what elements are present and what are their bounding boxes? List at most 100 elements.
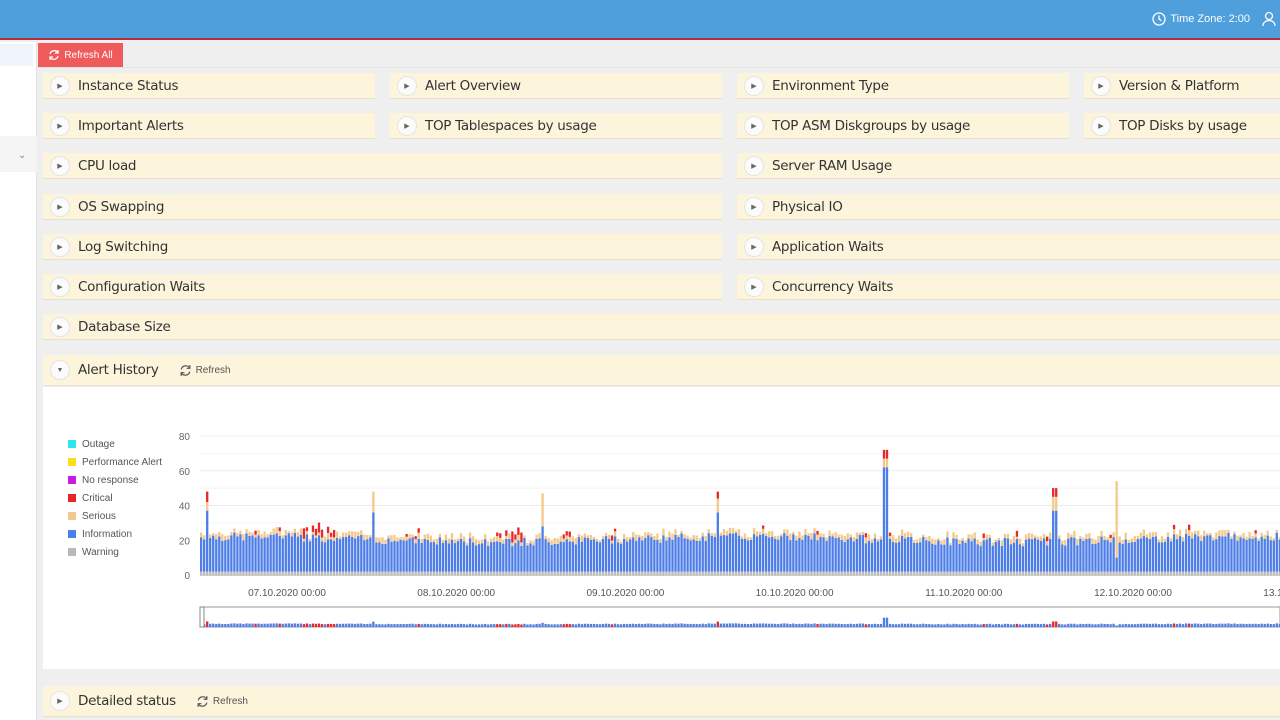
panel-os-swapping[interactable]: ▶ OS Swapping	[43, 194, 722, 220]
legend-label: Outage	[82, 438, 115, 450]
expand-toggle[interactable]: ▶	[50, 115, 70, 136]
legend-item[interactable]: Outage	[68, 435, 162, 453]
panel-cpu-load[interactable]: ▶ CPU load	[43, 153, 722, 179]
panel-server-ram-usage[interactable]: ▶ Server RAM Usage	[737, 153, 1280, 179]
timezone-selector[interactable]: Time Zone: 2:00	[1152, 12, 1250, 26]
expand-toggle[interactable]: ▶	[744, 196, 764, 217]
clock-icon	[1152, 12, 1166, 26]
legend-swatch	[68, 458, 76, 466]
sidebar-item-active[interactable]	[0, 44, 33, 66]
expand-toggle[interactable]: ▶	[50, 316, 70, 337]
panel-title: Server RAM Usage	[772, 157, 892, 174]
panel-environment-type[interactable]: ▶ Environment Type	[737, 73, 1069, 99]
triangle-right-icon: ▶	[57, 698, 63, 705]
refresh-label: Refresh	[212, 695, 248, 707]
legend-item[interactable]: No response	[68, 471, 162, 489]
top-bar: Time Zone: 2:00	[0, 0, 1280, 40]
panel-top-tablespaces-by-usage[interactable]: ▶ TOP Tablespaces by usage	[390, 113, 722, 139]
panel-title: Concurrency Waits	[772, 278, 894, 295]
triangle-right-icon: ▶	[57, 323, 63, 331]
panel-title: Alert Overview	[425, 77, 521, 94]
legend-label: Critical	[82, 492, 113, 504]
legend-item[interactable]: Information	[68, 525, 162, 543]
panel-title: Alert History	[78, 362, 159, 378]
panel-title: Instance Status	[78, 77, 179, 94]
expand-toggle[interactable]: ▶	[744, 276, 764, 297]
expand-toggle[interactable]: ▶	[744, 75, 764, 96]
refresh-icon	[197, 695, 208, 707]
refresh-icon	[49, 50, 59, 60]
triangle-right-icon: ▶	[751, 82, 757, 90]
legend-item[interactable]: Critical	[68, 489, 162, 507]
panel-instance-status[interactable]: ▶ Instance Status	[43, 73, 375, 99]
expand-toggle[interactable]: ▶	[1091, 115, 1111, 136]
panel-title: Log Switching	[78, 238, 169, 255]
sidebar: ⌄	[0, 42, 37, 720]
expand-toggle[interactable]: ▶	[50, 276, 70, 297]
panel-top-disks-by-usage[interactable]: ▶ TOP Disks by usage	[1084, 113, 1280, 139]
refresh-all-button[interactable]: Refresh All	[38, 43, 123, 67]
refresh-label: Refresh	[195, 364, 231, 376]
panel-alert-history[interactable]: ▼ Alert History Refresh	[43, 355, 1280, 386]
panel-title: Application Waits	[772, 238, 884, 255]
triangle-right-icon: ▶	[751, 122, 757, 130]
panel-important-alerts[interactable]: ▶ Important Alerts	[43, 113, 375, 139]
user-icon	[1262, 11, 1276, 27]
panel-title: Detailed status	[78, 693, 176, 709]
panel-title: TOP Tablespaces by usage	[425, 117, 597, 134]
panel-detailed-status[interactable]: ▶ Detailed status Refresh	[43, 686, 1280, 717]
expand-toggle[interactable]: ▶	[50, 155, 70, 176]
legend-label: Warning	[82, 546, 119, 558]
expand-toggle[interactable]: ▶	[1091, 75, 1111, 96]
expand-toggle[interactable]: ▶	[744, 115, 764, 136]
triangle-right-icon: ▶	[751, 283, 757, 291]
panel-alert-overview[interactable]: ▶ Alert Overview	[390, 73, 722, 99]
expand-toggle[interactable]: ▶	[744, 236, 764, 257]
legend-swatch	[68, 440, 76, 448]
legend-item[interactable]: Warning	[68, 543, 162, 561]
panel-top-asm-diskgroups-by-usage[interactable]: ▶ TOP ASM Diskgroups by usage	[737, 113, 1069, 139]
refresh-all-label: Refresh All	[64, 49, 113, 61]
legend-item[interactable]: Serious	[68, 507, 162, 525]
panel-application-waits[interactable]: ▶ Application Waits	[737, 234, 1280, 260]
panel-title: Configuration Waits	[78, 278, 205, 295]
panel-concurrency-waits[interactable]: ▶ Concurrency Waits	[737, 274, 1280, 300]
panel-title: TOP Disks by usage	[1119, 117, 1247, 134]
panel-title: Physical IO	[772, 198, 843, 215]
panel-database-size[interactable]: ▶ Database Size	[43, 314, 1280, 340]
user-menu-button[interactable]	[1262, 11, 1276, 32]
alert-history-refresh-button[interactable]: Refresh	[179, 364, 231, 377]
panel-version-platform[interactable]: ▶ Version & Platform	[1084, 73, 1280, 99]
triangle-right-icon: ▶	[57, 283, 63, 291]
triangle-right-icon: ▶	[1098, 122, 1104, 130]
panel-physical-io[interactable]: ▶ Physical IO	[737, 194, 1280, 220]
expand-toggle[interactable]: ▶	[397, 75, 417, 96]
expand-toggle[interactable]: ▶	[397, 115, 417, 136]
alert-history-chart-container	[43, 387, 1280, 669]
triangle-right-icon: ▶	[1098, 82, 1104, 90]
panel-title: Important Alerts	[78, 117, 184, 134]
detailed-status-refresh-button[interactable]: Refresh	[196, 695, 248, 708]
triangle-right-icon: ▶	[57, 82, 63, 90]
triangle-right-icon: ▶	[404, 122, 410, 130]
legend-label: Information	[82, 528, 133, 540]
legend-swatch	[68, 494, 76, 502]
chevron-down-icon[interactable]: ⌄	[18, 150, 26, 161]
collapse-toggle[interactable]: ▼	[50, 360, 70, 380]
triangle-right-icon: ▶	[751, 243, 757, 251]
expand-toggle[interactable]: ▶	[50, 196, 70, 217]
triangle-down-icon: ▼	[56, 366, 64, 374]
expand-toggle[interactable]: ▶	[50, 236, 70, 257]
legend-swatch	[68, 548, 76, 556]
legend-swatch	[68, 476, 76, 484]
panel-configuration-waits[interactable]: ▶ Configuration Waits	[43, 274, 722, 300]
panel-log-switching[interactable]: ▶ Log Switching	[43, 234, 722, 260]
triangle-right-icon: ▶	[751, 162, 757, 170]
triangle-right-icon: ▶	[57, 243, 63, 251]
expand-toggle[interactable]: ▶	[50, 691, 70, 711]
divider	[37, 67, 1280, 68]
expand-toggle[interactable]: ▶	[744, 155, 764, 176]
legend-item[interactable]: Performance Alert	[68, 453, 162, 471]
expand-toggle[interactable]: ▶	[50, 75, 70, 96]
panel-title: TOP ASM Diskgroups by usage	[772, 117, 971, 134]
